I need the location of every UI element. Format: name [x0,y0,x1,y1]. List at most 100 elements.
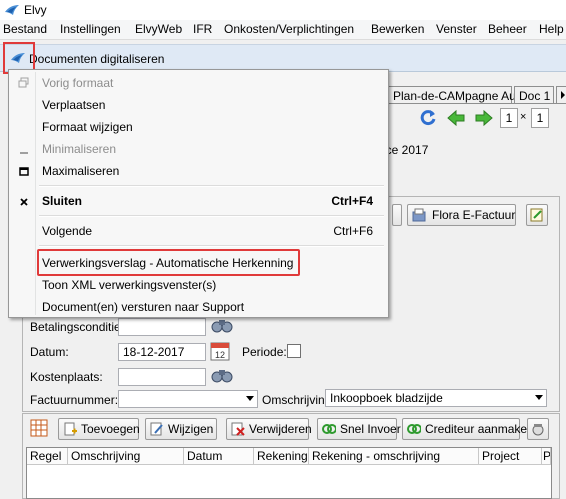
delete-document-icon [231,422,245,436]
elvy-logo-icon [5,5,19,15]
previous-arrow-icon[interactable] [446,108,466,128]
menu-item-label: Document(en) versturen naar Support [42,300,245,314]
col-header-rekening-omschrijving[interactable]: Rekening - omschrijving [309,448,479,465]
verwijderen-label: Verwijderen [249,422,312,436]
restore-icon [18,77,29,88]
toevoegen-label: Toevoegen [81,422,140,436]
tab-scroll-right[interactable] [556,86,566,103]
quick-entry-icon [322,424,336,434]
menu-item-shortcut: Ctrl+F4 [331,194,373,208]
col-header-rekening[interactable]: Rekening [254,448,309,465]
omschrijving-dropdown[interactable]: Inkoopboek bladzijde [325,389,547,407]
factuurnummer-label: Factuurnummer: [30,393,119,407]
minimize-icon [20,152,28,154]
lines-grid[interactable]: Regel Omschrijving Datum Rekening Rekeni… [26,447,552,499]
highlight-box-menu-item [37,249,300,276]
factuurnummer-dropdown[interactable] [118,390,258,408]
close-icon [20,198,28,206]
col-header-regel[interactable]: Regel [27,448,68,465]
tab-plan-de-campagne[interactable]: Plan-de-CAMpagne Auto [388,86,526,103]
menu-beheer[interactable]: Beheer [488,22,527,36]
calendar-icon[interactable]: 12 [210,341,230,361]
maximize-icon [19,167,29,176]
col-header-project[interactable]: Project [479,448,542,465]
document-partial-title: ice 2017 [383,143,429,157]
menu-onkosten[interactable]: Onkosten/Verplichtingen [224,22,354,36]
menu-item-label: Sluiten [42,194,83,208]
edit-document-icon [150,422,163,436]
verwijderen-button[interactable]: Verwijderen [226,418,312,440]
omschrijving-value: Inkoopboek bladzijde [330,391,443,405]
menu-item-label: Vorig formaat [42,76,114,90]
menu-item-versturen-support[interactable]: Document(en) versturen naar Support [12,297,385,317]
tool-icon [532,424,544,436]
window-system-menu: Vorig formaat Verplaatsen Formaat wijzig… [8,69,389,318]
menu-item-vorig-formaat[interactable]: Vorig formaat [12,73,385,93]
omschrijving-label: Omschrijving: [262,393,335,407]
datum-label: Datum: [30,345,69,359]
col-header-p[interactable]: P [542,448,551,465]
periode-checkbox[interactable] [287,344,301,358]
betalingsconditie-field[interactable] [118,318,206,336]
wijzigen-label: Wijzigen [168,422,214,436]
next-arrow-icon[interactable] [474,108,494,128]
menu-separator [39,245,384,247]
menu-help[interactable]: Help [539,22,564,36]
app-title-bar: Elvy [0,0,566,21]
crediteur-aanmaken-label: Crediteur aanmaken [425,422,534,436]
kostenplaats-label: Kostenplaats: [30,370,103,384]
menu-item-label: Formaat wijzigen [42,120,133,134]
betalingsconditie-label: Betalingsconditie: [30,320,125,334]
binoculars-icon[interactable] [209,316,235,334]
menu-separator [39,185,384,187]
wijzigen-button[interactable]: Wijzigen [145,418,217,440]
total-pages-box: 1 [531,108,549,128]
snel-invoer-button[interactable]: Snel Invoer [317,418,401,440]
menu-item-label: Maximaliseren [42,164,120,178]
toevoegen-button[interactable]: Toevoegen [58,418,140,440]
menu-item-formaat-wijzigen[interactable]: Formaat wijzigen [12,117,385,137]
tab-doc-1[interactable]: Doc 1 [514,86,554,103]
menu-instellingen[interactable]: Instellingen [60,22,121,36]
menu-item-verplaatsen[interactable]: Verplaatsen [12,95,385,115]
menu-elvyweb[interactable]: ElvyWeb [135,22,182,36]
menu-item-label: Volgende [42,224,93,238]
menu-bestand[interactable]: Bestand [3,22,47,36]
refresh-icon[interactable] [418,108,438,128]
menu-venster[interactable]: Venster [436,22,477,36]
datum-field[interactable]: 18-12-2017 [118,343,206,361]
chevron-down-icon [535,395,543,400]
chevron-down-icon [246,396,254,401]
grid-layout-icon[interactable] [30,419,48,437]
menu-item-toon-xml[interactable]: Toon XML verwerkingsvenster(s) [12,275,385,295]
menu-item-label: Minimaliseren [42,142,117,156]
menu-bar: Bestand Instellingen ElvyWeb IFR Onkoste… [0,20,566,40]
snel-invoer-label: Snel Invoer [340,422,401,436]
svg-text:12: 12 [215,350,225,360]
extra-tool-button[interactable] [527,418,549,440]
page-separator: × [520,111,527,123]
menu-bewerken[interactable]: Bewerken [371,22,424,36]
menu-ifr[interactable]: IFR [193,22,212,36]
current-page-box[interactable]: 1 [500,108,518,128]
child-window-title: Documenten digitaliseren [29,52,165,66]
menu-item-minimaliseren[interactable]: Minimaliseren [12,139,385,159]
kostenplaats-field[interactable] [118,368,206,386]
menu-item-label: Toon XML verwerkingsvenster(s) [42,278,217,292]
menu-item-label: Verplaatsen [42,98,106,112]
menu-separator [39,215,384,217]
periode-label: Periode: [242,345,287,359]
app-title: Elvy [24,3,47,17]
menu-item-volgende[interactable]: Volgende Ctrl+F6 [12,221,385,241]
binoculars-icon[interactable] [209,366,235,384]
col-header-omschrijving[interactable]: Omschrijving [68,448,184,465]
menu-item-shortcut: Ctrl+F6 [333,224,373,238]
add-document-icon [64,422,77,436]
crediteur-aanmaken-button[interactable]: Crediteur aanmaken [402,418,534,440]
tab-strip-line [388,103,566,104]
child-window-title-bar: Documenten digitaliseren [0,44,566,72]
col-header-datum[interactable]: Datum [184,448,254,465]
menu-item-sluiten[interactable]: Sluiten Ctrl+F4 [12,191,385,211]
menu-item-maximaliseren[interactable]: Maximaliseren [12,161,385,181]
create-creditor-icon [407,424,421,434]
